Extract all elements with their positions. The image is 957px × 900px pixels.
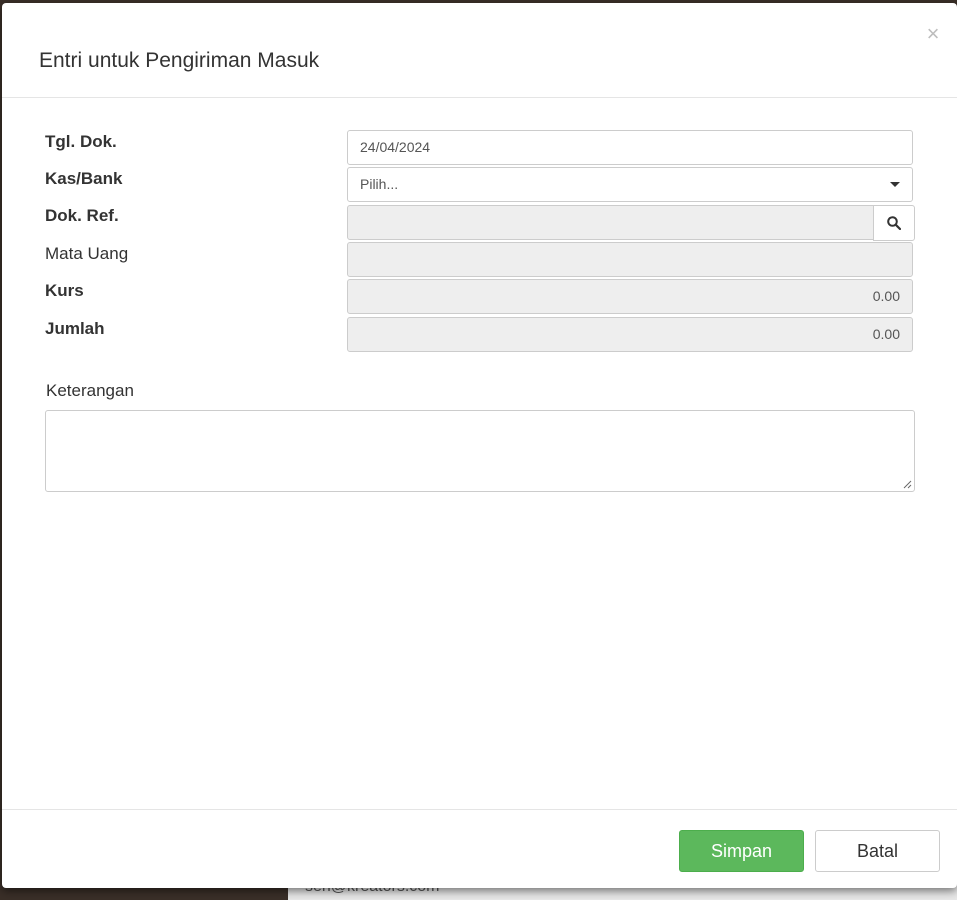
kurs-input[interactable]: 0.00: [347, 279, 913, 314]
keterangan-textarea[interactable]: [45, 410, 915, 492]
mata-uang-label: Mata Uang: [45, 244, 129, 263]
mata-uang-input[interactable]: [347, 242, 913, 277]
modal-header: Entri untuk Pengiriman Masuk ×: [2, 3, 957, 98]
cancel-button[interactable]: Batal: [815, 830, 940, 872]
entry-modal: Entri untuk Pengiriman Masuk × Tgl. Dok.…: [2, 3, 957, 888]
modal-title: Entri untuk Pengiriman Masuk: [39, 49, 320, 72]
kurs-label: Kurs: [45, 281, 84, 300]
dok-ref-search-button[interactable]: [873, 205, 915, 241]
tgl-dok-label: Tgl. Dok.: [45, 132, 117, 151]
jumlah-label: Jumlah: [45, 319, 105, 338]
dok-ref-label: Dok. Ref.: [45, 206, 119, 225]
close-icon[interactable]: ×: [922, 21, 944, 47]
save-button[interactable]: Simpan: [679, 830, 804, 872]
dok-ref-input[interactable]: [347, 205, 874, 240]
keterangan-label: Keterangan: [46, 381, 134, 400]
tgl-dok-input[interactable]: 24/04/2024: [347, 130, 913, 165]
search-icon: [887, 216, 901, 230]
kas-bank-selected-value: Pilih...: [360, 176, 399, 192]
jumlah-input[interactable]: 0.00: [347, 317, 913, 352]
kas-bank-label: Kas/Bank: [45, 169, 123, 188]
modal-footer: Simpan Batal: [2, 809, 957, 889]
caret-down-icon: [890, 182, 900, 187]
resize-handle-icon[interactable]: [902, 479, 912, 489]
kas-bank-select[interactable]: Pilih...: [347, 167, 913, 202]
